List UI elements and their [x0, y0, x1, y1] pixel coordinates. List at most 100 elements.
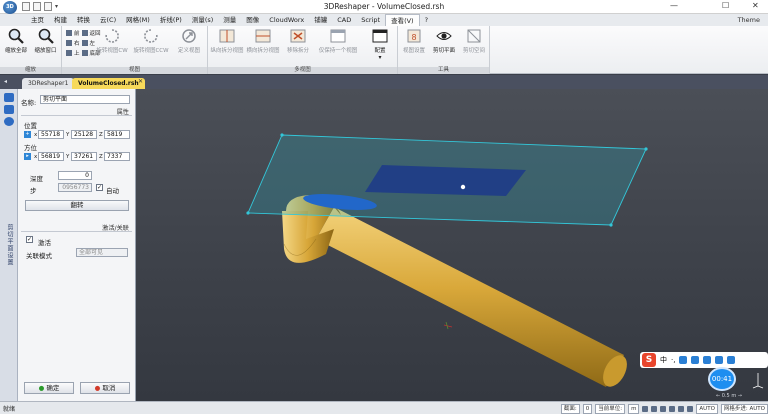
- remove-split-button[interactable]: 移除拆分: [282, 28, 314, 54]
- help-icon[interactable]: [4, 117, 14, 126]
- tab-close-icon[interactable]: ✕: [138, 78, 143, 85]
- orientation-pick-icon[interactable]: ▸: [24, 153, 31, 160]
- tab-volumeclosed[interactable]: VolumeClosed.rsh: [72, 78, 145, 89]
- panel-tool-icon-1[interactable]: [4, 93, 14, 102]
- zoom-all-button[interactable]: 缩放全部: [2, 28, 30, 54]
- render-icon[interactable]: [669, 405, 676, 412]
- orientation-y-input[interactable]: 37261: [71, 152, 97, 161]
- split-horizontal-label: 横向拆分视图: [246, 48, 280, 54]
- clipping-plane[interactable]: [246, 133, 648, 227]
- auto-checkbox[interactable]: ✓: [96, 184, 103, 191]
- grid-icon[interactable]: [651, 405, 658, 412]
- view-settings-button[interactable]: 8 视图设置: [400, 28, 428, 54]
- split-horizontal-button[interactable]: 横向拆分视图: [246, 28, 280, 54]
- depth-label: 深度: [30, 175, 43, 183]
- rotate-view-ccw-button[interactable]: 旋转视图CCW: [132, 28, 170, 54]
- keyboard-icon[interactable]: [703, 356, 712, 364]
- split-vertical-button[interactable]: 纵向拆分视图: [210, 28, 244, 54]
- view-right-left[interactable]: 右 左: [66, 39, 95, 47]
- cube-right-icon: [66, 40, 72, 46]
- flip-button[interactable]: 翻转: [25, 200, 129, 211]
- split-horizontal-icon: [255, 29, 271, 43]
- tab-scroll-left-icon[interactable]: ◂: [4, 78, 7, 85]
- menu-image[interactable]: 图像: [241, 14, 264, 26]
- ok-button[interactable]: ● 确定: [24, 382, 74, 394]
- panel-tool-icon-2[interactable]: [4, 105, 14, 114]
- ime-toolbar[interactable]: S 中 ·,: [640, 352, 768, 368]
- menu-tank[interactable]: 铺罐: [309, 14, 332, 26]
- cancel-button[interactable]: ● 取消: [80, 382, 130, 394]
- menu-measure[interactable]: 测量: [218, 14, 241, 26]
- minimize-button[interactable]: —: [670, 1, 678, 10]
- position-label: 位置: [24, 122, 37, 130]
- plane-corner-handle[interactable]: [644, 147, 648, 151]
- camera-icon[interactable]: [678, 405, 685, 412]
- step-input[interactable]: 0956773: [58, 183, 92, 192]
- keep-one-view-button[interactable]: 仅保持一个视图: [316, 28, 360, 54]
- close-button[interactable]: ✕: [752, 1, 759, 10]
- link-mode-select[interactable]: 全部可见: [76, 248, 128, 257]
- grid-step[interactable]: 网格步进: AUTO: [720, 403, 768, 414]
- maximize-button[interactable]: ☐: [722, 1, 729, 10]
- ime-logo-icon[interactable]: S: [642, 353, 656, 367]
- layer-icon[interactable]: [687, 405, 694, 412]
- menu-view[interactable]: 查看(V): [385, 14, 420, 26]
- activate-checkbox[interactable]: ✓: [26, 236, 33, 243]
- position-pick-icon[interactable]: +: [24, 131, 31, 138]
- menu-mesh[interactable]: 网格(M): [121, 14, 155, 26]
- cancel-icon: ●: [94, 384, 101, 392]
- orientation-label: 方位: [24, 144, 37, 152]
- menu-cad[interactable]: CAD: [332, 14, 356, 26]
- zoom-window-button[interactable]: 缩放窗口: [31, 28, 60, 54]
- depth-input[interactable]: 0: [58, 171, 92, 180]
- ime-punctuation[interactable]: ·,: [671, 356, 675, 364]
- plane-center-handle[interactable]: [460, 184, 466, 190]
- menu-home[interactable]: 主页: [26, 14, 49, 26]
- zoom-all-label: 缩放全部: [4, 48, 27, 54]
- microphone-icon[interactable]: [691, 356, 700, 364]
- section-value[interactable]: 0: [582, 403, 593, 414]
- menu-cloud[interactable]: 云(C): [95, 14, 121, 26]
- divider: [21, 115, 132, 116]
- clipping-plane-button[interactable]: 剪切平面: [430, 28, 458, 54]
- skin-icon[interactable]: [715, 356, 724, 364]
- theme-menu[interactable]: Theme: [738, 14, 760, 26]
- configure-button[interactable]: 配置 ▾: [366, 28, 394, 61]
- cube-bottom-icon: [81, 50, 88, 56]
- auto-select[interactable]: AUTO: [696, 403, 718, 414]
- timer-badge[interactable]: 00:41: [708, 367, 736, 391]
- unit-value[interactable]: m: [628, 403, 640, 414]
- menu-build[interactable]: 构建: [49, 14, 72, 26]
- name-input[interactable]: 剪切平面: [40, 95, 130, 104]
- plane-corner-handle[interactable]: [280, 133, 284, 137]
- orientation-z-input[interactable]: 7337: [104, 152, 130, 161]
- tab-3dreshaper1[interactable]: 3DReshaper1: [22, 78, 75, 89]
- orientation-x-input[interactable]: 56819: [38, 152, 64, 161]
- position-y-input[interactable]: 25128: [71, 130, 97, 139]
- ribbon-group-view: 前 返回 右 左 上 底部 旋转视图CW 旋转视图CCW 定义视图 视图: [62, 26, 208, 74]
- snap-icon[interactable]: [642, 405, 649, 412]
- plane-corner-handle[interactable]: [246, 211, 250, 215]
- define-view-button[interactable]: 定义视图: [172, 28, 206, 54]
- emoji-icon[interactable]: [679, 356, 688, 364]
- right-label: 右: [74, 41, 80, 47]
- step-label: 步: [30, 187, 37, 195]
- menu-polyline[interactable]: 折线(P): [155, 14, 187, 26]
- light-icon[interactable]: [660, 405, 667, 412]
- configure-dropdown-icon[interactable]: ▾: [366, 54, 394, 61]
- toolbox-icon[interactable]: [727, 356, 736, 364]
- menu-transform[interactable]: 转换: [72, 14, 95, 26]
- z-prefix: Z: [99, 154, 103, 160]
- position-z-input[interactable]: 5819: [104, 130, 130, 139]
- eye-icon: [436, 32, 452, 40]
- ime-language[interactable]: 中: [660, 355, 667, 365]
- clipping-box-button[interactable]: 剪切空间: [460, 28, 488, 54]
- menu-script[interactable]: Script: [356, 14, 385, 26]
- menu-help[interactable]: ?: [420, 14, 433, 26]
- plane-corner-handle[interactable]: [609, 223, 613, 227]
- menu-survey[interactable]: 测量(s): [187, 14, 218, 26]
- origin-marker: [443, 321, 453, 330]
- rotate-view-cw-button[interactable]: 旋转视图CW: [94, 28, 130, 54]
- menu-cloudworx[interactable]: CloudWorx: [264, 14, 309, 26]
- position-x-input[interactable]: 55718: [38, 130, 64, 139]
